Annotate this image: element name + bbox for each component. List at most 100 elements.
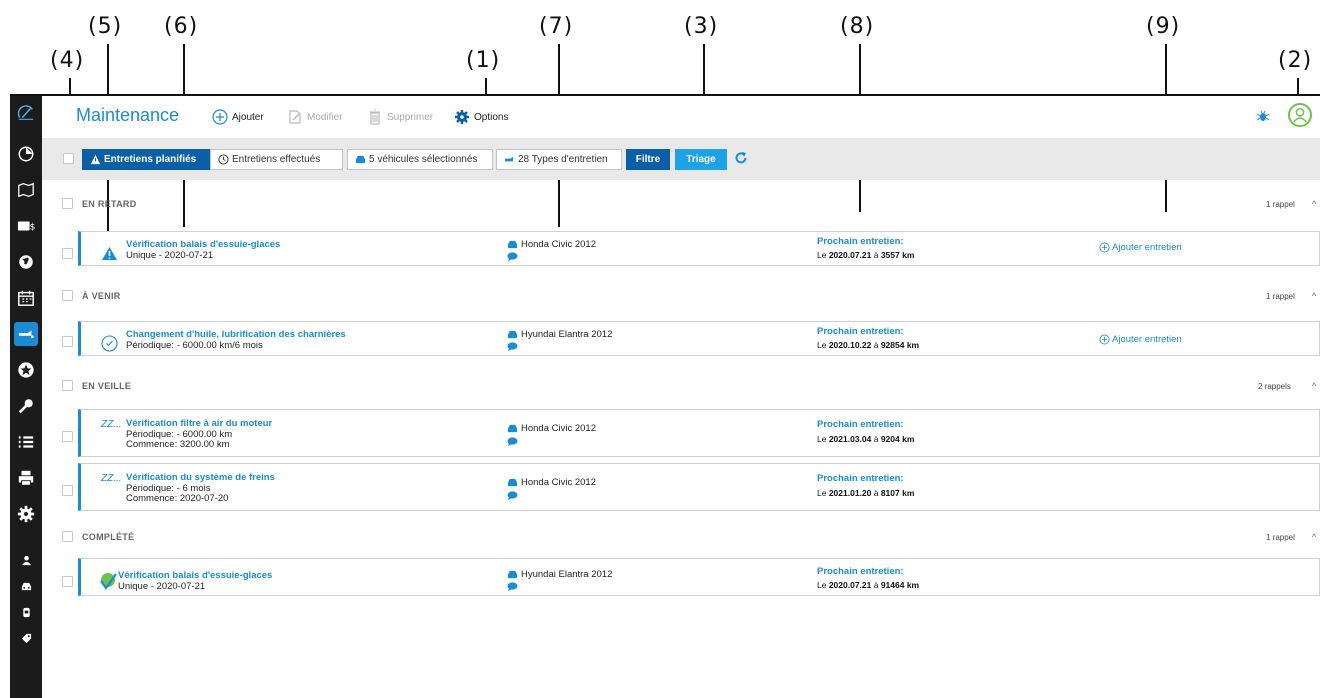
list-item[interactable]: Changement d'huile, lubrification des ch… (78, 321, 1320, 356)
section-header-completed[interactable]: COMPLÉTÉ 1 rappel ^ (58, 527, 1320, 547)
sort-button-label: Triage (686, 154, 716, 165)
callout-8: (8) (840, 14, 875, 39)
section-header-overdue[interactable]: EN RETARD 1 rappel ^ (58, 194, 1320, 214)
maintenance-screen: (5) (6) (7) (3) (8) (9) (4) (1) (2) $ Ma… (0, 0, 1320, 698)
list-item[interactable]: ZZ... Vérification du système de freins … (78, 463, 1320, 511)
chevron-up-icon[interactable]: ^ (1312, 532, 1316, 542)
tab-planned-maintenance[interactable]: Entretiens planifiés (82, 149, 210, 170)
chevron-up-icon[interactable]: ^ (1312, 199, 1316, 209)
speedometer-logo-icon[interactable] (13, 100, 39, 126)
list-item[interactable]: Vérification balais d'essuie-glaces Uniq… (78, 231, 1320, 266)
callout-7: (7) (539, 14, 574, 39)
list-item[interactable]: Vérification balais d'essuie-glaces Uniq… (78, 558, 1320, 596)
callout-1: (1) (466, 48, 501, 73)
plus-circle-icon (1099, 334, 1110, 345)
item-checkbox[interactable] (62, 576, 73, 587)
bug-report-icon[interactable] (1256, 109, 1270, 123)
section-checkbox[interactable] (62, 198, 73, 209)
next-maintenance-label: Prochain entretien: (817, 473, 904, 484)
section-count: 1 rappel (1266, 532, 1295, 542)
expense-card-icon[interactable]: $ (14, 214, 38, 238)
comment-icon[interactable] (507, 342, 518, 351)
next-maintenance-label: Prochain entretien: (817, 566, 904, 577)
car-icon[interactable] (18, 578, 34, 594)
car-icon (508, 478, 517, 487)
list-icon[interactable] (14, 430, 38, 454)
item-title[interactable]: Vérification du système de freins (126, 472, 275, 483)
star-icon[interactable] (14, 358, 38, 382)
calendar-icon[interactable] (14, 286, 38, 310)
settings-gear-icon[interactable] (14, 502, 38, 526)
item-title[interactable]: Vérification balais d'essuie-glaces (118, 570, 272, 581)
item-checkbox[interactable] (62, 248, 73, 259)
filter-button[interactable]: Filtre (626, 149, 670, 170)
comment-icon[interactable] (507, 252, 518, 261)
globe-icon[interactable] (14, 250, 38, 274)
section-title: COMPLÉTÉ (82, 532, 135, 542)
chevron-up-icon[interactable]: ^ (1312, 381, 1316, 391)
comment-icon[interactable] (507, 437, 518, 446)
next-maintenance-value: Le 2021.03.04 à 9204 km (817, 434, 914, 444)
tag-icon[interactable] (18, 630, 34, 646)
next-maintenance-value: Le 2020.07.21 à 91464 km (817, 580, 919, 590)
item-title[interactable]: Vérification balais d'essuie-glaces (126, 239, 280, 250)
add-maintenance-link[interactable]: Ajouter entretien (1099, 334, 1182, 345)
options-button-label: Options (474, 111, 509, 123)
callout-3: (3) (684, 14, 719, 39)
refresh-icon[interactable] (734, 151, 748, 165)
item-title[interactable]: Changement d'huile, lubrification des ch… (126, 329, 346, 340)
options-button[interactable]: Options (454, 109, 508, 125)
section-checkbox[interactable] (62, 531, 73, 542)
chevron-up-icon[interactable]: ^ (1312, 291, 1316, 301)
next-mid: à (871, 434, 881, 444)
tab-completed-maintenance[interactable]: Entretiens effectués (210, 149, 343, 170)
section-count: 2 rappels (1258, 381, 1291, 391)
maintenance-types-button[interactable]: 28 Types d'entretien (496, 149, 622, 170)
item-title[interactable]: Vérification filtre à air du moteur (126, 418, 272, 429)
item-checkbox[interactable] (62, 336, 73, 347)
section-checkbox[interactable] (62, 380, 73, 391)
device-icon[interactable] (18, 604, 34, 620)
maintenance-oil-icon[interactable] (14, 322, 38, 346)
next-km: 3557 km (880, 250, 915, 260)
comment-icon[interactable] (507, 582, 518, 591)
next-date: 2020.10.22 (828, 340, 872, 350)
sort-button[interactable]: Triage (675, 149, 727, 170)
clock-icon (218, 154, 229, 165)
next-prefix: Le (817, 488, 829, 498)
item-schedule: Unique - 2020-07-21 (118, 581, 206, 592)
delete-button[interactable]: Supprimer (367, 109, 433, 125)
page-title: Maintenance (76, 105, 180, 125)
warning-icon (90, 154, 101, 165)
item-checkbox[interactable] (62, 431, 73, 442)
section-header-upcoming[interactable]: À VENIR 1 rappel ^ (58, 286, 1320, 306)
select-all-checkbox[interactable] (63, 153, 74, 164)
item-vehicle: Hyundai Elantra 2012 (507, 329, 612, 340)
list-item[interactable]: ZZ... Vérification filtre à air du moteu… (78, 409, 1320, 457)
plus-circle-icon (1099, 242, 1110, 253)
edit-button[interactable]: Modifier (287, 109, 343, 125)
trash-icon (370, 109, 380, 125)
item-vehicle: Hyundai Elantra 2012 (507, 569, 612, 580)
car-icon (508, 570, 517, 579)
next-maintenance-value: Le 2020.07.21 à 3557 km (817, 250, 914, 260)
comment-icon[interactable] (507, 491, 518, 500)
user-avatar[interactable] (1288, 103, 1312, 127)
callout-5: (5) (88, 14, 123, 39)
user-icon[interactable] (18, 552, 34, 568)
sleep-icon: ZZ... (101, 419, 122, 430)
section-checkbox[interactable] (62, 290, 73, 301)
next-maintenance-label: Prochain entretien: (817, 419, 904, 430)
car-icon (508, 240, 517, 249)
vehicles-selector-button[interactable]: 5 véhicules sélectionnés (347, 149, 493, 170)
printer-icon[interactable] (14, 466, 38, 490)
section-title: EN VEILLE (82, 381, 132, 391)
section-header-standby[interactable]: EN VEILLE 2 rappels ^ (58, 376, 1320, 396)
add-maintenance-link[interactable]: Ajouter entretien (1099, 242, 1182, 253)
item-checkbox[interactable] (62, 485, 73, 496)
key-icon[interactable] (14, 394, 38, 418)
edit-button-label: Modifier (307, 111, 343, 123)
map-icon[interactable] (14, 178, 38, 202)
add-button[interactable]: Ajouter (212, 109, 264, 125)
pie-chart-icon[interactable] (14, 142, 38, 166)
